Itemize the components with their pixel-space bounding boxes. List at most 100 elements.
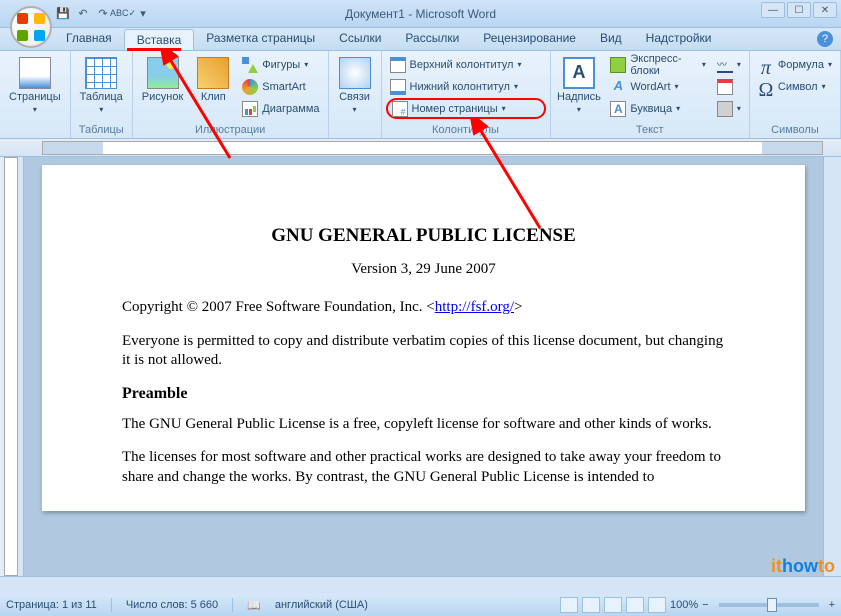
office-logo-icon	[17, 13, 45, 41]
zoom-out-button[interactable]: −	[702, 599, 708, 611]
header-icon	[390, 57, 406, 73]
date-button[interactable]	[713, 76, 745, 97]
links-label: Связи	[339, 91, 370, 103]
shapes-button[interactable]: Фигуры▾	[238, 54, 323, 75]
smartart-label: SmartArt	[262, 81, 305, 93]
quick-access-toolbar: 💾 ↶ ↷ ABC✓ ▾	[54, 5, 152, 23]
links-button[interactable]: Связи▾	[333, 54, 377, 122]
status-page[interactable]: Страница: 1 из 11	[6, 599, 97, 611]
close-button[interactable]: ✕	[813, 2, 837, 18]
header-button[interactable]: Верхний колонтитул▾	[386, 54, 546, 75]
maximize-button[interactable]: ☐	[787, 2, 811, 18]
clip-button[interactable]: Клип	[191, 54, 235, 122]
qat-customize-button[interactable]: ▾	[134, 5, 152, 23]
doc-heading: GNU GENERAL PUBLIC LICENSE	[122, 225, 725, 247]
status-bar: Страница: 1 из 11 Число слов: 5 660 📖 ан…	[0, 594, 841, 616]
smartart-button[interactable]: SmartArt	[238, 76, 323, 97]
clip-icon	[197, 57, 229, 89]
tab-references[interactable]: Ссылки	[327, 28, 393, 50]
undo-button[interactable]: ↶	[74, 5, 92, 23]
doc-version: Version 3, 29 June 2007	[122, 261, 725, 278]
print-layout-view-button[interactable]	[560, 597, 578, 613]
horizontal-ruler[interactable]	[0, 139, 841, 157]
tab-view[interactable]: Вид	[588, 28, 634, 50]
document-area: GNU GENERAL PUBLIC LICENSE Version 3, 29…	[0, 157, 841, 576]
zoom-slider[interactable]	[719, 603, 819, 607]
tab-insert[interactable]: Вставка	[124, 29, 195, 50]
status-word-count[interactable]: Число слов: 5 660	[126, 599, 218, 611]
symbol-button[interactable]: ΩСимвол▾	[754, 76, 836, 97]
chart-label: Диаграмма	[262, 103, 319, 115]
horizontal-scrollbar[interactable]	[0, 576, 841, 594]
picture-button[interactable]: Рисунок	[137, 54, 189, 122]
doc-copyright: Copyright © 2007 Free Software Foundatio…	[122, 298, 725, 318]
quick-parts-icon	[610, 57, 626, 73]
text-group-label: Текст	[555, 122, 745, 138]
page-number-label: Номер страницы	[412, 103, 498, 115]
shapes-label: Фигуры	[262, 59, 300, 71]
spellcheck-button[interactable]: ABC✓	[114, 5, 132, 23]
office-button[interactable]	[10, 6, 52, 48]
vertical-scrollbar[interactable]	[823, 157, 841, 576]
equation-button[interactable]: πФормула▾	[754, 54, 836, 75]
outline-view-button[interactable]	[626, 597, 644, 613]
spellcheck-status-icon[interactable]: 📖	[247, 599, 261, 612]
web-layout-view-button[interactable]	[604, 597, 622, 613]
picture-icon	[147, 57, 179, 89]
dropcap-button[interactable]: AБуквица▾	[606, 98, 710, 119]
shapes-icon	[242, 57, 258, 73]
tab-addins[interactable]: Надстройки	[634, 28, 724, 50]
wordart-button[interactable]: AWordArt▾	[606, 76, 710, 97]
status-language[interactable]: английский (США)	[275, 599, 368, 611]
textbox-label: Надпись	[557, 91, 601, 103]
save-button[interactable]: 💾	[54, 5, 72, 23]
wordart-icon: A	[610, 79, 626, 95]
quick-parts-label: Экспресс-блоки	[630, 53, 697, 77]
tab-page-layout[interactable]: Разметка страницы	[194, 28, 327, 50]
textbox-button[interactable]: A Надпись▾	[555, 54, 604, 122]
chart-button[interactable]: Диаграмма	[238, 98, 323, 119]
doc-link[interactable]: http://fsf.org/	[435, 299, 514, 315]
zoom-in-button[interactable]: +	[829, 599, 835, 611]
doc-paragraph: The GNU General Public License is a free…	[122, 415, 725, 435]
pages-button[interactable]: Страницы▾	[4, 54, 66, 122]
document-page[interactable]: GNU GENERAL PUBLIC LICENSE Version 3, 29…	[42, 165, 805, 511]
header-label: Верхний колонтитул	[410, 59, 514, 71]
object-button[interactable]: ▾	[713, 98, 745, 119]
footer-label: Нижний колонтитул	[410, 81, 510, 93]
symbol-label: Символ	[778, 81, 818, 93]
draft-view-button[interactable]	[648, 597, 666, 613]
ribbon-tabs: Главная Вставка Разметка страницы Ссылки…	[0, 28, 841, 51]
tab-home[interactable]: Главная	[54, 28, 124, 50]
object-icon	[717, 101, 733, 117]
full-screen-view-button[interactable]	[582, 597, 600, 613]
document-scroll[interactable]: GNU GENERAL PUBLIC LICENSE Version 3, 29…	[24, 157, 823, 576]
symbol-icon: Ω	[758, 79, 774, 95]
doc-paragraph: The licenses for most software and other…	[122, 448, 725, 487]
footer-button[interactable]: Нижний колонтитул▾	[386, 76, 546, 97]
pages-label: Страницы	[9, 91, 61, 103]
table-label: Таблица	[80, 91, 123, 103]
smartart-icon	[242, 79, 258, 95]
doc-subheading: Preamble	[122, 385, 725, 403]
page-number-button[interactable]: Номер страницы▾	[386, 98, 546, 119]
clip-label: Клип	[201, 91, 226, 103]
textbox-icon: A	[563, 57, 595, 89]
help-button[interactable]: ?	[817, 31, 833, 47]
zoom-level[interactable]: 100%	[670, 599, 698, 611]
equation-label: Формула	[778, 59, 824, 71]
pages-icon	[19, 57, 51, 89]
minimize-button[interactable]: —	[761, 2, 785, 18]
chart-icon	[242, 101, 258, 117]
wordart-label: WordArt	[630, 81, 670, 93]
vertical-ruler[interactable]	[0, 157, 24, 576]
picture-label: Рисунок	[142, 91, 184, 103]
signature-button[interactable]: ▾	[713, 54, 745, 75]
footer-icon	[390, 79, 406, 95]
table-button[interactable]: Таблица▾	[75, 54, 128, 122]
tables-group-label: Таблицы	[75, 122, 128, 138]
tab-mailings[interactable]: Рассылки	[393, 28, 471, 50]
quick-parts-button[interactable]: Экспресс-блоки▾	[606, 54, 710, 75]
ribbon: Страницы▾ . Таблица▾ Таблицы Рисунок Кли…	[0, 51, 841, 139]
tab-review[interactable]: Рецензирование	[471, 28, 588, 50]
